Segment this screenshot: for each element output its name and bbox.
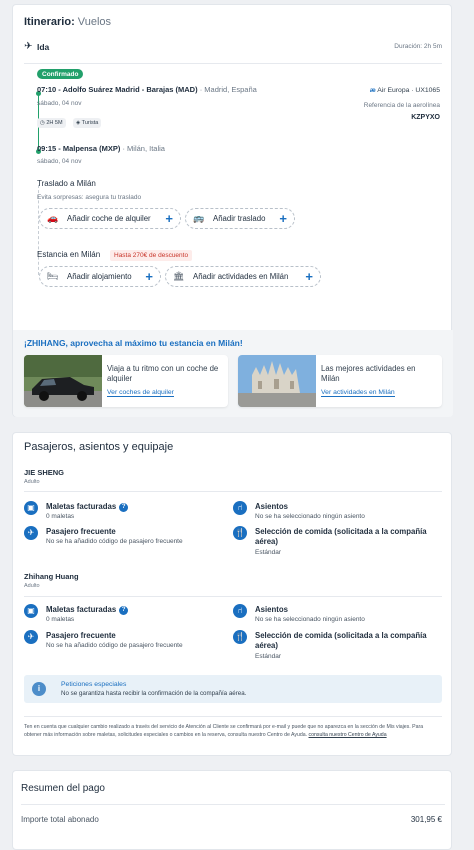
- meal-title: Selección de comida (solicitada a la com…: [255, 527, 427, 546]
- meal-icon: 🍴: [233, 630, 247, 644]
- special-requests-text: No se garantiza hasta recibir la confirm…: [61, 690, 247, 697]
- seats-title: Asientos: [255, 605, 288, 614]
- chip-fare-class: ◈ Turista: [73, 118, 102, 128]
- help-icon[interactable]: ?: [119, 606, 129, 615]
- milan-cathedral-photo: [238, 355, 316, 407]
- stay-title: Estancia en Milán: [37, 250, 101, 259]
- total-paid-label: Importe total abonado: [21, 815, 99, 824]
- leg-duration: Duración: 2h 5m: [394, 43, 442, 50]
- arrival-date: sábado, 04 nov: [37, 158, 82, 165]
- add-rental-car-button[interactable]: 🚗 Añadir coche de alquiler +: [39, 208, 181, 229]
- divider: [24, 491, 442, 492]
- frequent-flyer-value: No se ha añadido código de pasajero frec…: [46, 642, 183, 649]
- checked-bags-title: Maletas facturadas?: [46, 502, 129, 512]
- car-icon: 🚗: [47, 213, 59, 223]
- frequent-flyer-icon: ✈: [24, 630, 38, 644]
- leg-label: Ida: [37, 42, 50, 52]
- meal-icon: 🍴: [233, 526, 247, 540]
- itinerary-card: Itinerario: Vuelos ✈ Ida Duración: 2h 5m…: [12, 4, 453, 417]
- help-center-link[interactable]: consulta nuestro Centro de Ayuda: [309, 732, 387, 738]
- car-photo: [24, 355, 102, 407]
- departure-date: sábado, 04 nov: [37, 100, 82, 107]
- suitcase-icon: ▣: [24, 501, 38, 515]
- divider: [24, 596, 442, 597]
- plus-icon: +: [145, 268, 153, 284]
- seat-icon: ⑁: [233, 604, 247, 618]
- status-badge: Confirmado: [37, 69, 84, 79]
- leg-header: ✈ Ida Duración: 2h 5m: [24, 41, 442, 55]
- passengers-card: Pasajeros, asientos y equipaje JIE SHENG…: [12, 432, 452, 756]
- bus-icon: 🚌: [193, 213, 205, 223]
- add-transfer-button[interactable]: 🚌 Añadir traslado +: [185, 208, 295, 229]
- meal-value: Estándar: [255, 653, 282, 660]
- frequent-flyer-title: Pasajero frecuente: [46, 631, 116, 640]
- see-rental-cars-link[interactable]: Ver coches de alquiler: [107, 389, 174, 397]
- special-requests-title[interactable]: Peticiones especiales: [61, 681, 126, 688]
- divider: [21, 804, 445, 805]
- airline-info: æ Air Europa · UX1065: [369, 87, 440, 94]
- checked-bags-value: 0 maletas: [46, 513, 75, 520]
- meal-value: Estándar: [255, 549, 282, 556]
- frequent-flyer-title: Pasajero frecuente: [46, 527, 116, 536]
- checked-bags-value: 0 maletas: [46, 616, 75, 623]
- help-icon[interactable]: ?: [119, 503, 129, 512]
- plus-icon: +: [305, 268, 313, 284]
- add-lodging-button[interactable]: 🛏 Añadir alojamiento +: [39, 266, 161, 287]
- frequent-flyer-value: No se ha añadido código de pasajero frec…: [46, 538, 183, 545]
- transfer-subtitle: Evita sorpresas: asegura tu traslado: [37, 194, 142, 201]
- total-paid-value: 301,95 €: [410, 815, 442, 824]
- itinerary-title: Itinerario: Vuelos: [24, 16, 112, 28]
- promo-card-text: Viaja a tu ritmo con un coche de alquile…: [107, 364, 219, 383]
- checked-bags-title: Maletas facturadas?: [46, 605, 129, 615]
- divider: [24, 716, 442, 717]
- meal-title: Selección de comida (solicitada a la com…: [255, 631, 427, 650]
- plus-icon: +: [279, 210, 287, 226]
- passenger-role: Adulto: [24, 479, 40, 485]
- payment-title: Resumen del pago: [21, 783, 105, 794]
- museum-icon: 🏛: [173, 271, 185, 281]
- plane-icon: ✈: [24, 41, 33, 52]
- special-requests-banner: i Peticiones especiales No se garantiza …: [24, 675, 442, 703]
- passenger-name: Zhihang Huang: [24, 572, 79, 581]
- arrival-info: 09:15 - Malpensa (MXP) · Milán, Italia: [37, 144, 165, 153]
- suitcase-icon: ▣: [24, 604, 38, 618]
- passenger-role: Adulto: [24, 583, 40, 589]
- seats-title: Asientos: [255, 502, 288, 511]
- transfer-title: Traslado a Milán: [37, 179, 96, 188]
- promo-title: ¡ZHIHANG, aprovecha al máximo tu estanci…: [24, 338, 243, 348]
- departure-info: 07:10 - Adolfo Suárez Madrid - Barajas (…: [37, 85, 257, 94]
- frequent-flyer-icon: ✈: [24, 526, 38, 540]
- info-icon: i: [32, 682, 46, 696]
- passengers-title: Pasajeros, asientos y equipaje: [24, 441, 174, 453]
- divider: [24, 63, 442, 64]
- bed-icon: 🛏: [47, 271, 59, 281]
- discount-badge: Hasta 270€ de descuento: [110, 250, 193, 261]
- passenger-name: JIE SHENG: [24, 468, 65, 477]
- seats-value: No se ha seleccionado ningún asiento: [255, 616, 365, 623]
- airline-icon: æ: [369, 87, 376, 94]
- customer-service-note: Ten en cuenta que cualquier cambio reali…: [24, 724, 424, 738]
- airline-ref-code: KZPYXO: [411, 114, 440, 121]
- seat-icon: ⑁: [233, 501, 247, 515]
- airline-ref-label: Referencia de la aerolínea: [363, 102, 440, 109]
- see-activities-link[interactable]: Ver actividades en Milán: [321, 389, 395, 397]
- promo-card-text: Las mejores actividades en Milán: [321, 364, 416, 383]
- promo-card-car[interactable]: Viaja a tu ritmo con un coche de alquile…: [24, 355, 228, 407]
- add-activities-button[interactable]: 🏛 Añadir actividades en Milán +: [165, 266, 321, 287]
- promo-card-activities[interactable]: Las mejores actividades en Milán Ver act…: [238, 355, 442, 407]
- payment-summary-card: Resumen del pago Importe total abonado 3…: [12, 770, 452, 850]
- chip-duration: ◷ 2H 5M: [37, 118, 66, 128]
- seats-value: No se ha seleccionado ningún asiento: [255, 513, 365, 520]
- plus-icon: +: [165, 210, 173, 226]
